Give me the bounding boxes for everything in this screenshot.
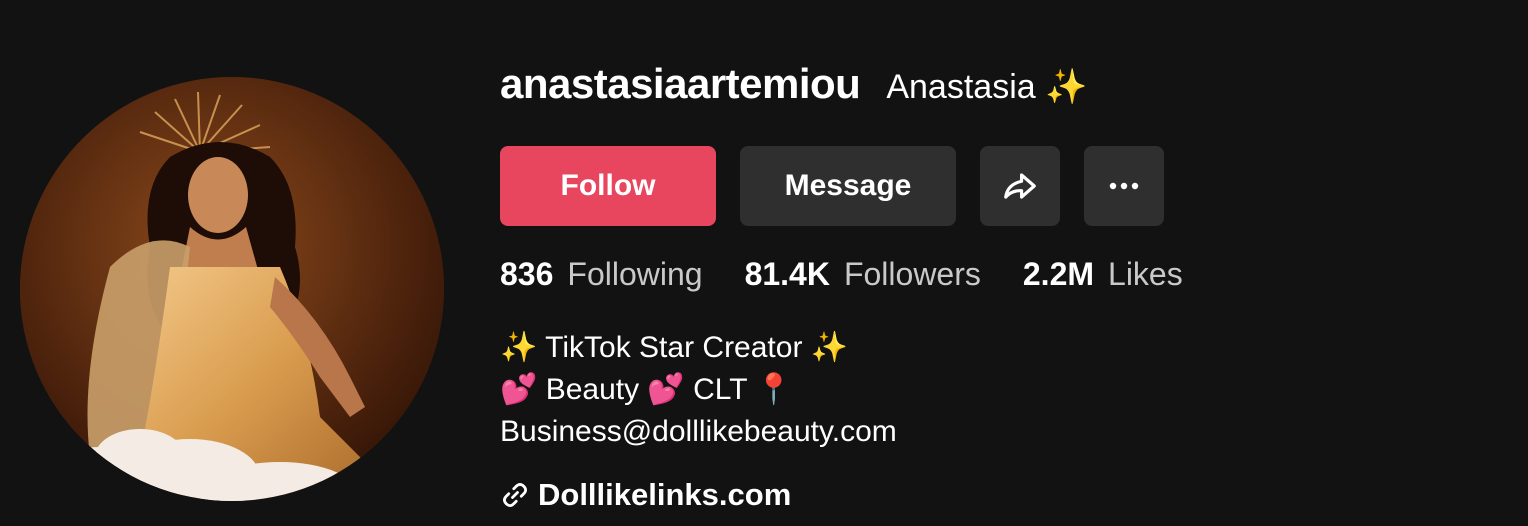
nickname-text: Anastasia — [886, 68, 1036, 106]
profile-info: anastasiaartemiou Anastasia ✨ Follow Mes… — [500, 60, 1500, 513]
stat-following[interactable]: 836 Following — [500, 256, 703, 293]
more-button[interactable] — [1084, 146, 1164, 226]
share-button[interactable] — [980, 146, 1060, 226]
following-label: Following — [567, 256, 703, 292]
share-arrow-icon — [1004, 173, 1036, 199]
following-count: 836 — [500, 256, 554, 292]
action-buttons: Follow Message — [500, 146, 1500, 226]
bio-line: ✨ TikTok Star Creator ✨ — [500, 331, 849, 364]
more-dots-icon — [1109, 182, 1139, 190]
nickname: Anastasia ✨ — [886, 67, 1087, 107]
stat-likes: 2.2M Likes — [1023, 256, 1183, 293]
avatar-image — [20, 77, 444, 501]
stat-followers[interactable]: 81.4K Followers — [745, 256, 981, 293]
name-row: anastasiaartemiou Anastasia ✨ — [500, 60, 1500, 128]
profile-bio: ✨ TikTok Star Creator ✨ 💕 Beauty 💕 CLT 📍… — [500, 327, 1500, 453]
link-icon — [500, 480, 530, 510]
bio-email: Business@dolllikebeauty.com — [500, 415, 897, 448]
profile-stats: 836 Following 81.4K Followers 2.2M Likes — [500, 256, 1500, 293]
follow-button[interactable]: Follow — [500, 146, 716, 226]
link-text: Dolllikelinks.com — [538, 477, 792, 512]
bio-line: 💕 Beauty 💕 CLT 📍 — [500, 373, 793, 406]
message-button[interactable]: Message — [740, 146, 956, 226]
likes-count: 2.2M — [1022, 256, 1095, 292]
username: anastasiaartemiou — [500, 60, 861, 107]
likes-label: Likes — [1108, 256, 1183, 292]
sparkle-emoji: ✨ — [1045, 68, 1088, 106]
profile-avatar[interactable] — [20, 77, 444, 501]
followers-label: Followers — [843, 256, 981, 292]
followers-count: 81.4K — [744, 256, 830, 292]
profile-link[interactable]: Dolllikelinks.com — [500, 477, 1500, 513]
